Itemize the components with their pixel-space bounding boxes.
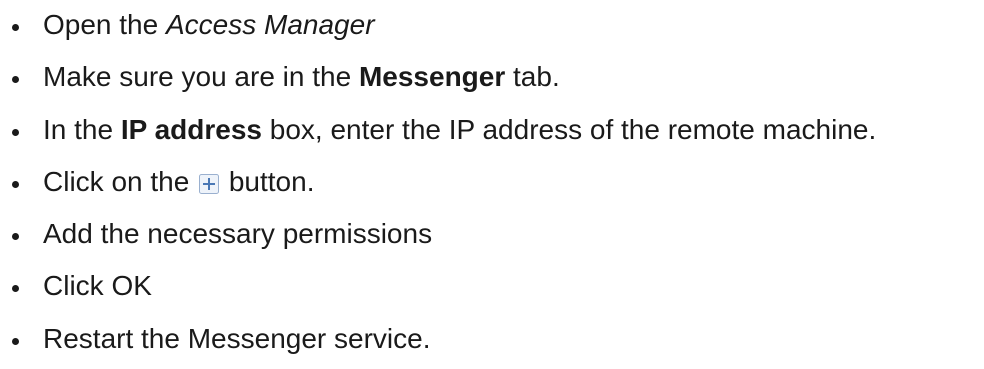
step-text: tab. (505, 61, 560, 93)
step-ip-address: In the IP address box, enter the IP addr… (0, 108, 984, 160)
step-text: Restart the Messenger service. (43, 322, 431, 354)
step-text: In the (43, 113, 121, 145)
step-click-ok: Click OK (0, 264, 984, 316)
step-messenger-tab: Make sure you are in the Messenger tab. (0, 55, 984, 107)
bullet-icon (12, 233, 19, 241)
app-name: Access Manager (165, 9, 375, 40)
field-name: IP address (120, 113, 262, 145)
step-text: Open the (43, 9, 166, 40)
step-restart-service: Restart the Messenger service. (0, 317, 984, 369)
bullet-icon (12, 76, 19, 84)
bullet-icon (12, 128, 19, 136)
step-add-permissions: Add the necessary permissions (0, 212, 984, 264)
bullet-icon (12, 285, 19, 293)
tab-name: Messenger (358, 61, 506, 93)
step-open-access-manager: Open the Access Manager (0, 3, 984, 55)
bullet-icon (12, 337, 19, 345)
step-text: box, enter the IP address of the remote … (261, 113, 877, 145)
step-text: button. (221, 165, 315, 197)
step-text: Add the necessary permissions (43, 218, 433, 250)
step-click-add: Click on the button. (0, 160, 984, 212)
bullet-icon (12, 180, 19, 188)
step-text: Make sure you are in the (43, 61, 359, 93)
instruction-list: Open the Access Manager Make sure you ar… (0, 3, 984, 369)
step-text: Click OK (43, 270, 152, 302)
bullet-icon (12, 24, 19, 31)
step-text: Click on the (43, 165, 198, 197)
plus-icon (199, 173, 220, 194)
